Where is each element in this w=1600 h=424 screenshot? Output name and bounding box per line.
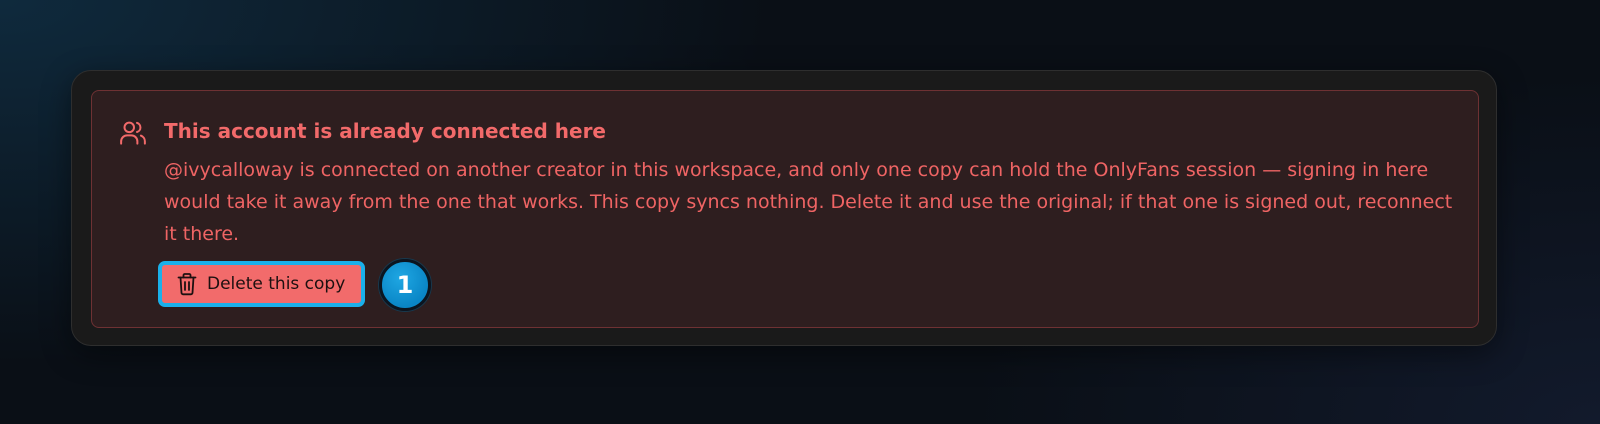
workspace-card: This account is already connected here @… xyxy=(71,70,1497,346)
alert-title: This account is already connected here xyxy=(164,119,606,143)
alert-message: @ivycalloway is connected on another cre… xyxy=(164,159,1453,245)
users-icon xyxy=(118,118,148,148)
step-marker: 1 xyxy=(379,259,431,311)
trash-icon xyxy=(176,272,198,296)
delete-copy-button[interactable]: Delete this copy xyxy=(158,261,366,307)
delete-copy-label: Delete this copy xyxy=(207,274,346,294)
duplicate-account-alert: This account is already connected here @… xyxy=(91,90,1479,328)
